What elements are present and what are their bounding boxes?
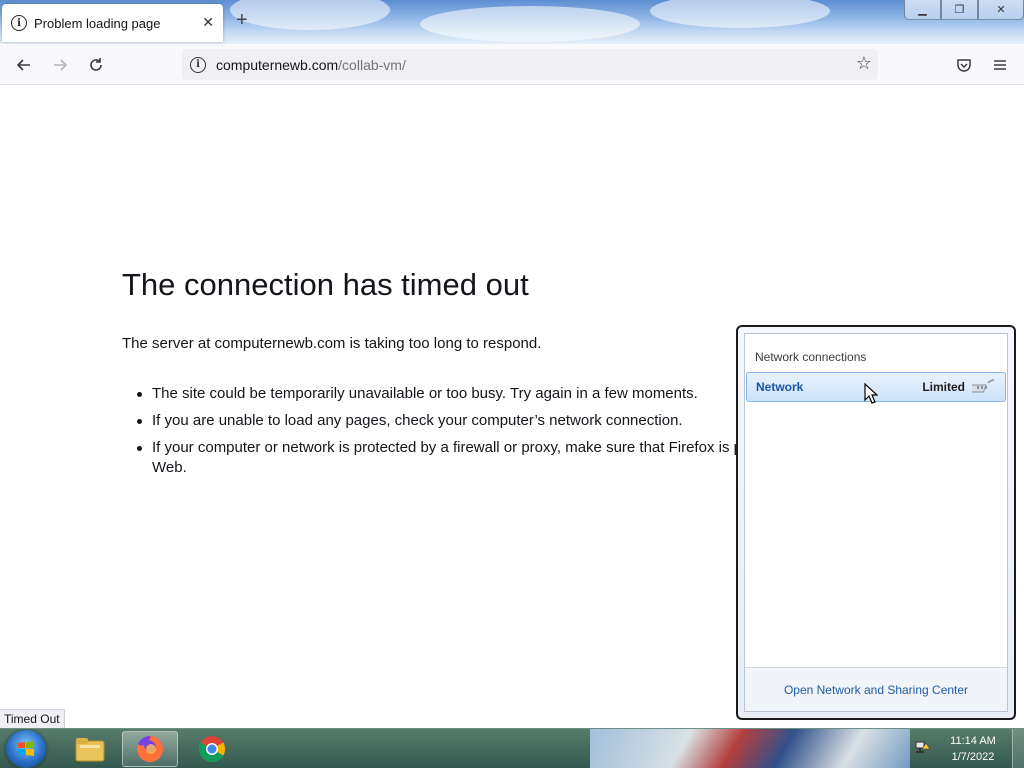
- folder-icon: [75, 738, 105, 762]
- pocket-button[interactable]: [951, 52, 977, 78]
- list-item: If your computer or network is protected…: [137, 438, 777, 478]
- reload-icon: [90, 58, 102, 71]
- error-description: The server at computernewb.com is taking…: [122, 335, 542, 352]
- info-icon: i: [11, 15, 27, 31]
- pocket-icon: [957, 59, 971, 72]
- minimize-icon: ▁: [918, 4, 927, 16]
- windows-logo-icon: [18, 741, 34, 756]
- open-network-sharing-center-link[interactable]: Open Network and Sharing Center: [784, 683, 968, 697]
- close-icon: ✕: [996, 4, 1006, 16]
- tray-network-icon[interactable]: [914, 739, 932, 757]
- sky-cloud: [230, 0, 390, 30]
- wallpaper-strip: [590, 729, 910, 768]
- error-title: The connection has timed out: [122, 267, 529, 302]
- list-item: The site could be temporarily unavailabl…: [137, 384, 777, 404]
- back-arrow-icon: [16, 59, 30, 71]
- forward-button[interactable]: [47, 52, 73, 78]
- network-name: Network: [756, 380, 804, 394]
- reload-button[interactable]: [83, 52, 109, 78]
- minimize-button[interactable]: ▁: [904, 0, 941, 20]
- url-host: computernewb.com: [216, 56, 339, 73]
- screen: i Problem loading page ✕ + ▁ ❐ ✕ i compu…: [0, 0, 1024, 768]
- system-clock[interactable]: 11:14 AM 1/7/2022: [942, 733, 1004, 765]
- back-button[interactable]: [11, 52, 37, 78]
- restore-button[interactable]: ❐: [941, 0, 978, 20]
- show-desktop-button[interactable]: [1012, 729, 1024, 768]
- mouse-cursor-icon: [864, 383, 878, 404]
- taskbar: 11:14 AM 1/7/2022: [0, 728, 1024, 768]
- flyout-footer: Open Network and Sharing Center: [745, 667, 1007, 711]
- taskbar-item-explorer[interactable]: [62, 731, 118, 767]
- wired-network-icon: [972, 379, 995, 393]
- sky-cloud: [650, 0, 830, 28]
- list-item: If you are unable to load any pages, che…: [137, 411, 777, 431]
- taskbar-item-firefox[interactable]: [122, 731, 178, 767]
- menu-button[interactable]: [987, 52, 1013, 78]
- hamburger-menu-icon: [994, 60, 1006, 70]
- list-item-text-continued: Web.: [152, 459, 187, 476]
- error-suggestions-list: The site could be temporarily unavailabl…: [137, 384, 777, 485]
- status-tooltip: Timed Out: [0, 709, 65, 729]
- firefox-icon: [137, 736, 163, 762]
- start-button[interactable]: [6, 730, 46, 768]
- address-bar[interactable]: i computernewb.com/collab-vm/ ☆: [182, 49, 878, 80]
- window-controls: ▁ ❐ ✕: [904, 0, 1024, 20]
- restore-icon: ❐: [954, 4, 965, 16]
- clock-time: 11:14 AM: [950, 735, 996, 747]
- clock-date: 1/7/2022: [951, 751, 995, 763]
- navigation-toolbar: i computernewb.com/collab-vm/ ☆: [0, 44, 1024, 85]
- url-path: /collab-vm/: [338, 56, 406, 73]
- tab-close-icon[interactable]: ✕: [202, 14, 214, 31]
- forward-arrow-icon: [54, 59, 68, 71]
- bookmark-star-icon[interactable]: ☆: [856, 53, 872, 74]
- list-item-text: If your computer or network is protected…: [152, 439, 742, 456]
- network-status: Limited: [922, 380, 965, 394]
- site-info-icon[interactable]: i: [190, 56, 206, 73]
- taskbar-item-chrome[interactable]: [184, 731, 240, 767]
- close-button[interactable]: ✕: [978, 0, 1024, 20]
- chrome-icon: [198, 736, 226, 763]
- browser-titlebar: i Problem loading page ✕ + ▁ ❐ ✕: [0, 0, 1024, 44]
- flyout-heading: Network connections: [755, 350, 867, 364]
- tab-problem-loading-page[interactable]: i Problem loading page ✕: [2, 4, 223, 42]
- sky-cloud: [420, 6, 640, 42]
- tab-title: Problem loading page: [34, 15, 161, 31]
- new-tab-icon[interactable]: +: [236, 10, 248, 30]
